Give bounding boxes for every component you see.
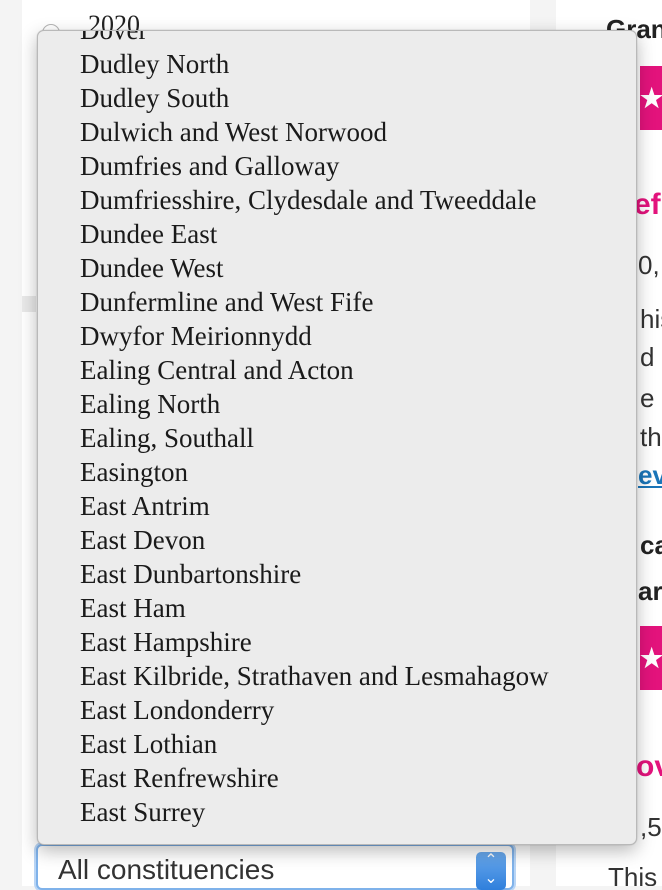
result-heading-3: ar (638, 576, 662, 606)
dropdown-option[interactable]: East Londonderry (38, 693, 636, 727)
body-line: d (640, 342, 655, 372)
result-title-2[interactable]: ov (636, 750, 662, 784)
select-arrows-icon: ⌃ ⌄ (476, 852, 506, 890)
dropdown-option[interactable]: East Devon (38, 523, 636, 557)
constituency-options: Dover Dudley North Dudley South Dulwich and… (38, 31, 636, 829)
dropdown-option[interactable]: Dumfries and Galloway (38, 149, 636, 183)
dropdown-option[interactable]: Ealing, Southall (38, 421, 636, 455)
dropdown-option[interactable]: Dundee East (38, 217, 636, 251)
constituency-dropdown[interactable]: Dover Dudley North Dudley South Dulwich and… (37, 30, 637, 845)
dropdown-option[interactable]: East Ham (38, 591, 636, 625)
panel-divider (22, 296, 36, 312)
constituency-select[interactable]: All constituencies ⌃ ⌄ (36, 844, 514, 890)
add-button-1[interactable]: ★ A (640, 66, 662, 177)
select-value: All constituencies (58, 854, 275, 885)
body-line: his (640, 304, 662, 334)
dropdown-option[interactable]: East Renfrewshire (38, 761, 636, 795)
dropdown-option[interactable]: Ealing North (38, 387, 636, 421)
body-line: th (640, 422, 662, 452)
dropdown-option[interactable]: Dudley South (38, 81, 636, 115)
dropdown-option[interactable]: Dunfermline and West Fife (38, 285, 636, 319)
result-heading-2: ca (640, 530, 662, 560)
add-button-2[interactable]: ★ A (640, 626, 662, 737)
dropdown-option[interactable]: Easington (38, 455, 636, 489)
dropdown-option[interactable]: East Hampshire (38, 625, 636, 659)
result-stat-1: 0, (638, 250, 660, 280)
dropdown-option[interactable]: East Lothian (38, 727, 636, 761)
read-more-link[interactable]: ev (638, 460, 662, 491)
dropdown-option[interactable]: Dumfriesshire, Clydesdale and Tweeddale (38, 183, 636, 217)
dropdown-option[interactable]: Dulwich and West Norwood (38, 115, 636, 149)
result-stat-2: ,5 (640, 812, 662, 842)
dropdown-option[interactable]: East Antrim (38, 489, 636, 523)
body-line: e (640, 383, 655, 413)
body-bottom: This (608, 862, 658, 886)
dropdown-option[interactable]: Dover (38, 31, 636, 47)
dropdown-option[interactable]: Dundee West (38, 251, 636, 285)
dropdown-option[interactable]: East Surrey (38, 795, 636, 829)
dropdown-option[interactable]: East Kilbride, Strathaven and Lesmahagow (38, 659, 636, 693)
dropdown-option[interactable]: Dudley North (38, 47, 636, 81)
dropdown-option[interactable]: East Dunbartonshire (38, 557, 636, 591)
dropdown-option[interactable]: Ealing Central and Acton (38, 353, 636, 387)
dropdown-option[interactable]: Dwyfor Meirionnydd (38, 319, 636, 353)
